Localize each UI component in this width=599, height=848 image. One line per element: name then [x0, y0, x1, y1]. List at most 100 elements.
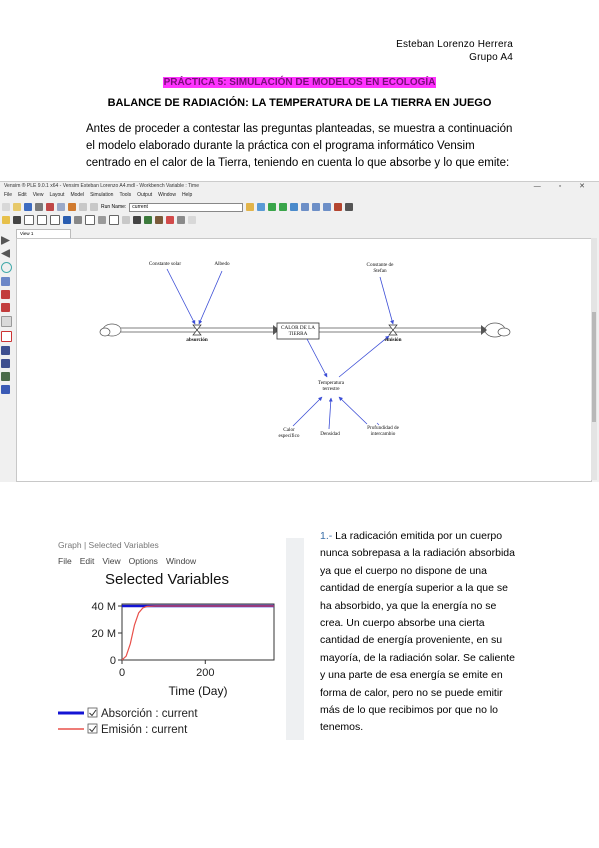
causes-strip-icon[interactable]: [1, 290, 10, 299]
table-time-down-icon[interactable]: [1, 359, 10, 368]
label-calor-especifico: Calor específico: [269, 427, 309, 439]
arrow-tool-icon[interactable]: [50, 215, 60, 225]
label-calor-line2: TIERRA: [288, 331, 308, 337]
run-icon[interactable]: [268, 203, 277, 211]
box-variable-icon[interactable]: [37, 215, 47, 225]
chart-icon[interactable]: [177, 216, 185, 224]
label-constante-solar: Constante solar: [148, 261, 182, 267]
arrow-constante-solar: [166, 268, 196, 325]
y-tick-label: 0: [110, 655, 116, 667]
document-subtitle: BALANCE DE RADIACIÓN: LA TEMPERATURA DE …: [107, 97, 492, 109]
run-name-label: Run Name:: [101, 204, 127, 210]
graph-tool-icon[interactable]: [301, 203, 310, 211]
trash-icon[interactable]: [155, 216, 163, 224]
vensim-window: Vensim ® PLE 9.0.1 x64 - Vensim Esteban …: [0, 181, 599, 482]
causes-tree-icon[interactable]: [1, 236, 10, 245]
cut-icon[interactable]: [46, 203, 54, 211]
stock-flow-diagram: [99, 268, 511, 430]
equations-icon[interactable]: [109, 215, 119, 225]
arrow-stefan: [379, 276, 394, 325]
answer-number: 1.-: [320, 530, 333, 542]
inflow-pipe: [121, 327, 277, 333]
menu-tools[interactable]: Tools: [119, 192, 131, 198]
variable-icon[interactable]: [24, 215, 34, 225]
graph-window-edge: [286, 538, 304, 740]
table-tool-icon[interactable]: [312, 203, 321, 211]
title-text: PRÁCTICA 5: SIMULACIÓN DE MODELOS EN ECO…: [162, 77, 437, 88]
uses-tree-icon[interactable]: [1, 249, 10, 258]
label-stefan-line2: Stefan: [373, 268, 387, 274]
menu-simulation[interactable]: Simulation: [90, 192, 113, 198]
graph-window: Graph | Selected Variables File Edit View O…: [54, 538, 280, 740]
font-icon[interactable]: [166, 216, 174, 224]
menu-model[interactable]: Model: [70, 192, 84, 198]
menu-window[interactable]: Window: [158, 192, 176, 198]
redo-icon[interactable]: [90, 203, 98, 211]
menu-output[interactable]: Output: [137, 192, 152, 198]
legend-label-absorcion: Absorción : current: [101, 708, 198, 720]
menu-view[interactable]: View: [33, 192, 44, 198]
sketch-canvas[interactable]: Constante solar Albedo Constante de Stef…: [16, 238, 592, 482]
menu-edit[interactable]: Edit: [18, 192, 27, 198]
x-tick-label: 200: [196, 667, 214, 679]
run-name-input[interactable]: current: [129, 202, 244, 212]
graph-icon[interactable]: [1, 303, 10, 312]
runs-compare-icon[interactable]: [1, 331, 12, 342]
copy-icon[interactable]: [57, 203, 65, 211]
loops-icon[interactable]: [1, 262, 12, 273]
absorcion-valve: [192, 324, 202, 336]
time-table-icon[interactable]: [1, 346, 10, 355]
browse-icon[interactable]: [246, 203, 255, 211]
reference-mode-icon[interactable]: [122, 216, 130, 224]
x-tick-label: 0: [119, 667, 125, 679]
hide-icon[interactable]: [144, 216, 152, 224]
label-densidad: Densidad: [320, 431, 340, 437]
label-absorcion: absorción: [186, 337, 208, 343]
window-controls[interactable]: — ▫ ✕: [534, 182, 593, 190]
label-temperatura: Temperatura terrestre: [307, 380, 355, 392]
chat-icon[interactable]: [257, 203, 266, 211]
synthesim-icon[interactable]: [279, 203, 288, 211]
y-tick-label: 20 M: [92, 628, 116, 640]
source-cloud: [99, 323, 122, 337]
rate-icon[interactable]: [63, 216, 71, 224]
menu-help[interactable]: Help: [182, 192, 192, 198]
series-line-emision: [121, 605, 274, 661]
save-icon[interactable]: [24, 203, 32, 211]
reality-check-icon[interactable]: [290, 203, 299, 211]
dimensions-icon[interactable]: [1, 372, 10, 381]
lock-icon[interactable]: [2, 216, 10, 224]
y-tick-label: 40 M: [92, 601, 116, 613]
view-icon[interactable]: [188, 216, 196, 224]
comment-icon[interactable]: [85, 215, 95, 225]
compare-icon[interactable]: [323, 203, 332, 211]
delete-icon[interactable]: [98, 216, 106, 224]
new-icon[interactable]: [2, 203, 10, 211]
dataset-icon[interactable]: [345, 203, 354, 211]
eye-icon[interactable]: [133, 216, 141, 224]
paste-icon[interactable]: [68, 203, 76, 211]
open-icon[interactable]: [13, 203, 21, 211]
table-icon[interactable]: [1, 316, 12, 327]
shadow-variable-icon[interactable]: [74, 216, 82, 224]
label-profundidad: Profundidad de intercambio: [357, 425, 409, 437]
move-icon[interactable]: [13, 216, 21, 224]
print-icon[interactable]: [35, 203, 43, 211]
arrow-calor-temperatura: [306, 338, 328, 378]
tools-icon[interactable]: [334, 203, 343, 211]
scrollbar-thumb[interactable]: [592, 312, 596, 422]
arrow-albedo: [198, 270, 223, 325]
menu-file[interactable]: File: [4, 192, 12, 198]
outflow-pipe: [319, 327, 485, 333]
label-emision: emisión: [384, 337, 402, 343]
undo-icon[interactable]: [79, 203, 87, 211]
calibrate-icon[interactable]: [1, 385, 10, 394]
document-title: PRÁCTICA 5: SIMULACIÓN DE MODELOS EN ECO…: [0, 72, 599, 90]
plot-frame: [121, 603, 275, 661]
vensim-toolbar-main: Run Name: current: [2, 202, 597, 212]
document-icon[interactable]: [1, 277, 10, 286]
vensim-title: Vensim ® PLE 9.0.1 x64 - Vensim Esteban …: [4, 183, 199, 189]
label-prof-line2: intercambio: [370, 431, 396, 437]
menu-layout[interactable]: Layout: [49, 192, 64, 198]
emision-valve: [388, 324, 398, 336]
